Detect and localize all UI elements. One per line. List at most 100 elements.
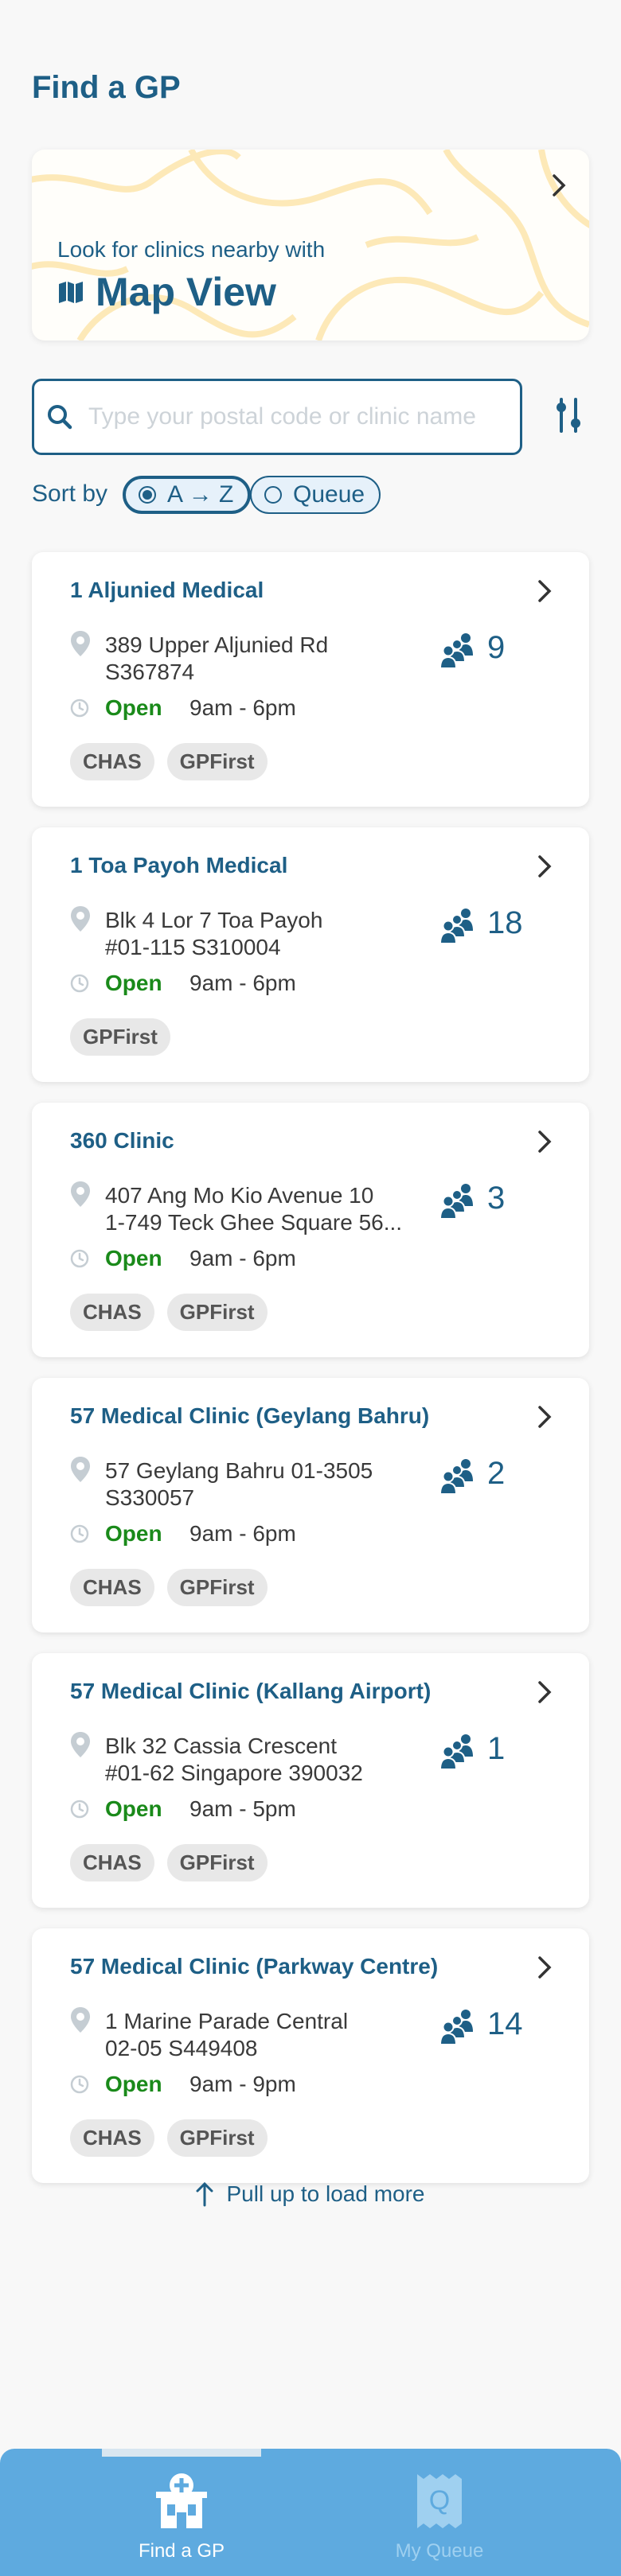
address-line-2: 1-749 Teck Ghee Square 56... bbox=[105, 1210, 403, 1235]
sort-label: Sort by bbox=[32, 481, 108, 507]
address-line-1: 1 Marine Parade Central bbox=[105, 2009, 349, 2033]
clock-icon bbox=[70, 974, 89, 993]
clinic-tag: CHAS bbox=[70, 1844, 154, 1881]
clinic-name: 57 Medical Clinic (Parkway Centre) bbox=[70, 1954, 439, 1979]
open-status: Open bbox=[105, 695, 162, 720]
queue-count: 9 bbox=[487, 630, 506, 665]
queue-count: 18 bbox=[487, 905, 523, 940]
clinic-tags: CHAS GPFirst bbox=[70, 2119, 268, 2157]
address-line-1: Blk 4 Lor 7 Toa Payoh bbox=[105, 908, 323, 932]
address-line-2: S330057 bbox=[105, 1485, 195, 1510]
chevron-right-icon bbox=[538, 1406, 552, 1428]
clock-icon bbox=[70, 1800, 89, 1819]
people-queue-icon bbox=[439, 909, 473, 944]
location-pin-icon bbox=[71, 631, 90, 656]
sort-option-queue[interactable]: Queue bbox=[250, 476, 381, 514]
clinic-tag: CHAS bbox=[70, 1294, 154, 1331]
address-line-1: Blk 32 Cassia Crescent bbox=[105, 1734, 338, 1758]
chevron-right-icon bbox=[538, 855, 552, 877]
clinic-address: Blk 32 Cassia Crescent #01-62 Singapore … bbox=[105, 1733, 424, 1787]
sort-option-label: Queue bbox=[293, 481, 365, 508]
svg-text:Q: Q bbox=[429, 2485, 450, 2516]
tab-my-queue[interactable]: Q My Queue bbox=[336, 2473, 543, 2562]
clinic-address: 389 Upper Aljunied Rd S367874 bbox=[105, 632, 424, 686]
search-input[interactable] bbox=[88, 403, 486, 430]
clinic-tag: GPFirst bbox=[166, 1294, 268, 1331]
clinic-tags: CHAS GPFirst bbox=[70, 743, 268, 780]
opening-hours: 9am - 6pm bbox=[189, 1521, 296, 1546]
clinic-tags: CHAS GPFirst bbox=[70, 1294, 268, 1331]
open-status: Open bbox=[105, 2072, 162, 2096]
tab-label: My Queue bbox=[395, 2540, 484, 2562]
sort-option-az[interactable]: A → Z bbox=[123, 476, 252, 514]
chevron-right-icon bbox=[538, 1130, 552, 1153]
address-line-2: #01-115 S310004 bbox=[105, 935, 281, 959]
sort-option-label: A → Z bbox=[167, 481, 234, 508]
search-icon bbox=[48, 405, 72, 430]
clinic-name: 360 Clinic bbox=[70, 1128, 174, 1153]
clock-icon bbox=[70, 1249, 89, 1268]
map-view-card[interactable]: Look for clinics nearby with Map View bbox=[32, 150, 589, 340]
clinic-card[interactable]: 57 Medical Clinic (Parkway Centre) 1 Mar… bbox=[32, 1928, 589, 2183]
location-pin-icon bbox=[71, 906, 90, 932]
chevron-right-icon bbox=[538, 580, 552, 602]
open-status: Open bbox=[105, 1521, 162, 1546]
clinic-tag: CHAS bbox=[70, 2119, 154, 2157]
location-pin-icon bbox=[71, 1457, 90, 1482]
opening-hours: 9am - 6pm bbox=[189, 1246, 296, 1270]
bottom-tab-bar: Find a GP Q My Queue bbox=[0, 2449, 621, 2576]
address-line-2: #01-62 Singapore 390032 bbox=[105, 1761, 363, 1785]
chevron-right-icon bbox=[538, 1681, 552, 1703]
clinic-icon bbox=[156, 2473, 207, 2528]
open-status: Open bbox=[105, 1246, 162, 1270]
opening-hours: 9am - 6pm bbox=[189, 971, 296, 995]
open-status: Open bbox=[105, 971, 162, 995]
clinic-card[interactable]: 360 Clinic 407 Ang Mo Kio Avenue 10 1-74… bbox=[32, 1103, 589, 1357]
map-card-subtitle: Look for clinics nearby with bbox=[57, 237, 326, 262]
tab-find-a-gp[interactable]: Find a GP bbox=[78, 2473, 285, 2562]
queue-ticket-icon: Q bbox=[417, 2474, 462, 2528]
opening-hours: 9am - 9pm bbox=[189, 2072, 296, 2096]
clinic-tags: CHAS GPFirst bbox=[70, 1569, 268, 1606]
location-pin-icon bbox=[71, 1732, 90, 1757]
radio-selected-icon bbox=[139, 486, 156, 504]
search-field[interactable] bbox=[32, 379, 522, 455]
clinic-card[interactable]: 57 Medical Clinic (Kallang Airport) Blk … bbox=[32, 1653, 589, 1908]
clinic-tag: GPFirst bbox=[166, 743, 268, 780]
address-line-1: 407 Ang Mo Kio Avenue 10 bbox=[105, 1183, 374, 1208]
clock-icon bbox=[70, 1524, 89, 1543]
clinic-name: 57 Medical Clinic (Geylang Bahru) bbox=[70, 1403, 430, 1428]
location-pin-icon bbox=[71, 1181, 90, 1207]
clinic-tag: CHAS bbox=[70, 743, 154, 780]
people-queue-icon bbox=[439, 2010, 473, 2045]
address-line-2: 02-05 S449408 bbox=[105, 2036, 258, 2060]
clinic-card[interactable]: 1 Toa Payoh Medical Blk 4 Lor 7 Toa Payo… bbox=[32, 827, 589, 1082]
clinic-tag: GPFirst bbox=[70, 1018, 170, 1056]
clinic-card[interactable]: 1 Aljunied Medical 389 Upper Aljunied Rd… bbox=[32, 552, 589, 807]
active-tab-indicator bbox=[102, 2449, 261, 2457]
clinic-tag: GPFirst bbox=[166, 1569, 268, 1606]
clinic-address: 1 Marine Parade Central 02-05 S449408 bbox=[105, 2008, 424, 2062]
load-more-hint[interactable]: Pull up to load more bbox=[0, 2181, 621, 2207]
filter-sliders-icon[interactable] bbox=[554, 398, 583, 433]
clinic-tag: GPFirst bbox=[166, 2119, 268, 2157]
address-line-1: 57 Geylang Bahru 01-3505 bbox=[105, 1458, 373, 1483]
page-title: Find a GP bbox=[32, 70, 181, 105]
clinic-address: Blk 4 Lor 7 Toa Payoh #01-115 S310004 bbox=[105, 907, 424, 961]
clinic-card[interactable]: 57 Medical Clinic (Geylang Bahru) 57 Gey… bbox=[32, 1378, 589, 1632]
radio-unselected-icon bbox=[264, 486, 282, 504]
opening-hours: 9am - 6pm bbox=[189, 695, 296, 720]
people-queue-icon bbox=[439, 1734, 473, 1769]
clinic-tag: CHAS bbox=[70, 1569, 154, 1606]
queue-count: 3 bbox=[487, 1181, 506, 1216]
clinic-name: 1 Aljunied Medical bbox=[70, 578, 264, 602]
clinic-address: 407 Ang Mo Kio Avenue 10 1-749 Teck Ghee… bbox=[105, 1182, 424, 1236]
people-queue-icon bbox=[439, 633, 473, 668]
clinic-name: 57 Medical Clinic (Kallang Airport) bbox=[70, 1679, 432, 1703]
people-queue-icon bbox=[439, 1459, 473, 1494]
clinic-address: 57 Geylang Bahru 01-3505 S330057 bbox=[105, 1457, 424, 1512]
queue-count: 14 bbox=[487, 2006, 523, 2041]
address-line-1: 389 Upper Aljunied Rd bbox=[105, 632, 329, 657]
queue-count: 1 bbox=[487, 1731, 506, 1766]
arrow-up-icon bbox=[196, 2181, 213, 2207]
